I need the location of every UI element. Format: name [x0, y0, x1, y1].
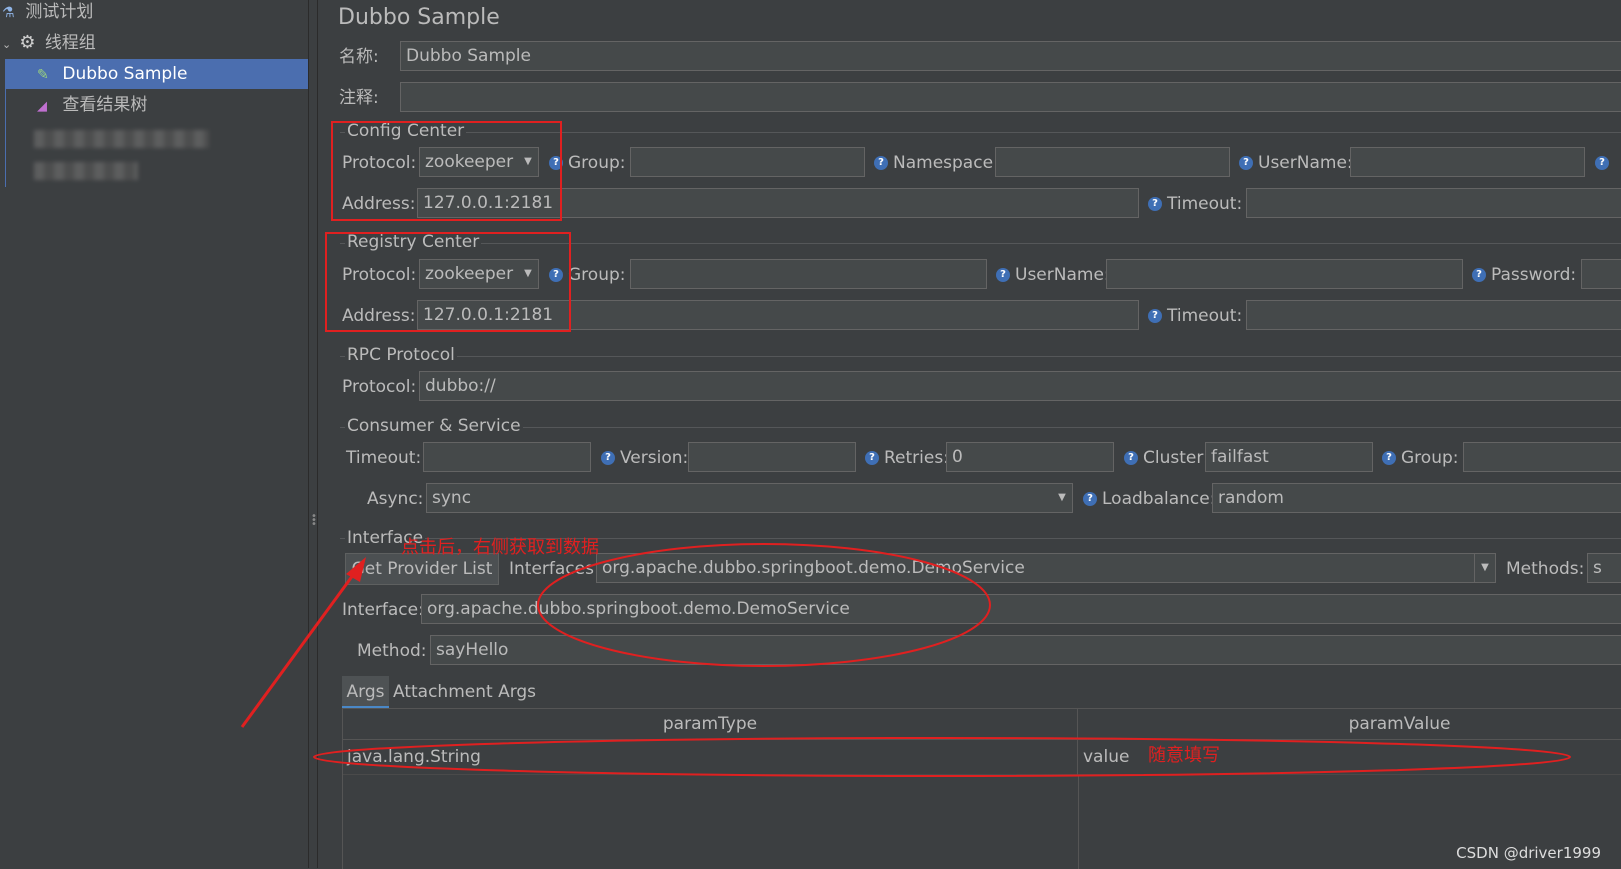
- registry-timeout-field[interactable]: [1246, 300, 1621, 330]
- cluster-field[interactable]: failfast: [1205, 442, 1373, 472]
- combo-value: sync: [432, 488, 472, 508]
- registry-group-field[interactable]: [630, 259, 987, 289]
- registry-username-label: UserName:: [1015, 265, 1110, 285]
- config-namespace-field[interactable]: [995, 147, 1230, 177]
- tab-args[interactable]: Args: [342, 676, 389, 708]
- async-select[interactable]: sync ▼: [426, 483, 1073, 513]
- blurred-tree-item: [34, 130, 209, 148]
- config-group-field[interactable]: [630, 147, 865, 177]
- chevron-down-icon[interactable]: ▼: [1052, 484, 1072, 512]
- help-icon[interactable]: ?: [1472, 268, 1486, 282]
- table-cell-param-type[interactable]: java.lang.String: [343, 740, 1078, 775]
- watermark: CSDN @driver1999: [1456, 844, 1601, 862]
- help-icon[interactable]: ?: [874, 156, 888, 170]
- retries-label: Retries:: [884, 448, 949, 468]
- group-border: [340, 427, 1621, 428]
- tree-guide-line: [5, 59, 6, 187]
- config-timeout-label: Timeout:: [1167, 194, 1243, 214]
- tree-item-label: 线程组: [44, 33, 96, 53]
- group-border: [340, 356, 1621, 357]
- splitter[interactable]: [309, 0, 318, 868]
- interface-label: Interface:: [342, 600, 424, 620]
- blurred-tree-item: [34, 162, 138, 180]
- registry-timeout-label: Timeout:: [1167, 306, 1243, 326]
- config-group-label: Group:: [568, 153, 626, 173]
- name-label: 名称:: [339, 47, 379, 67]
- chart-icon: ◢: [37, 99, 47, 114]
- tree-item-label: 查看结果树: [62, 95, 148, 115]
- help-icon[interactable]: ?: [601, 451, 615, 465]
- tree-item-dubbo-sample[interactable]: ✎ Dubbo Sample: [5, 59, 308, 89]
- registry-group-label: Group:: [568, 265, 626, 285]
- comment-field[interactable]: [400, 82, 1621, 112]
- interface-field[interactable]: org.apache.dubbo.springboot.demo.DemoSer…: [421, 594, 1621, 624]
- flask-icon: ⚗: [2, 5, 15, 21]
- annotation-fill-note: 随意填写: [1148, 745, 1220, 766]
- table-header-param-value[interactable]: paramValue: [1078, 709, 1621, 740]
- config-timeout-field[interactable]: [1246, 188, 1621, 218]
- cluster-label: Cluster:: [1143, 448, 1209, 468]
- help-icon[interactable]: ?: [996, 268, 1010, 282]
- registry-password-field[interactable]: [1581, 259, 1621, 289]
- pipette-icon: ✎: [37, 67, 49, 83]
- registry-username-field[interactable]: [1106, 259, 1463, 289]
- help-icon[interactable]: ?: [1148, 309, 1162, 323]
- annotation-click-note: 点击后，右侧获取到数据: [401, 537, 599, 558]
- help-icon[interactable]: ?: [865, 451, 879, 465]
- chevron-down-icon[interactable]: ▼: [1474, 554, 1495, 582]
- splitter-grip-icon[interactable]: • • •: [311, 512, 317, 530]
- retries-field[interactable]: 0: [946, 442, 1114, 472]
- consumer-timeout-field[interactable]: [423, 442, 591, 472]
- config-namespace-label: Namespace:: [893, 153, 999, 173]
- rpc-protocol-title: RPC Protocol: [345, 345, 457, 365]
- consumer-timeout-label: Timeout:: [346, 448, 422, 468]
- page-title: Dubbo Sample: [338, 5, 500, 30]
- consumer-group-label: Group:: [1401, 448, 1459, 468]
- tree-item-thread-group[interactable]: ⌄ ⚙ 线程组: [0, 28, 308, 58]
- consumer-group-field[interactable]: [1463, 442, 1621, 472]
- help-icon[interactable]: ?: [1083, 492, 1097, 506]
- combo-value: org.apache.dubbo.springboot.demo.DemoSer…: [602, 558, 1025, 578]
- consumer-service-title: Consumer & Service: [345, 416, 523, 436]
- config-username-label: UserName:: [1258, 153, 1353, 173]
- help-icon[interactable]: ?: [1124, 451, 1138, 465]
- tree-item-label: 测试计划: [25, 2, 94, 22]
- method-label: Method:: [357, 641, 427, 661]
- method-field[interactable]: sayHello: [430, 635, 1621, 665]
- chevron-down-icon[interactable]: ⌄: [2, 30, 14, 60]
- loadbalance-field[interactable]: random: [1212, 483, 1621, 513]
- test-plan-tree: ⚗ 测试计划 ⌄ ⚙ 线程组 ✎ Dubbo Sample ◢ 查看结果树: [0, 0, 309, 868]
- config-username-field[interactable]: [1350, 147, 1585, 177]
- registry-password-label: Password:: [1491, 265, 1577, 285]
- rpc-protocol-label: Protocol:: [342, 377, 417, 397]
- version-field[interactable]: [688, 442, 856, 472]
- interfaces-select[interactable]: org.apache.dubbo.springboot.demo.DemoSer…: [596, 553, 1496, 583]
- async-label: Async:: [367, 489, 424, 509]
- tree-item-test-plan[interactable]: ⚗ 测试计划: [0, 0, 308, 27]
- tree-item-result-tree[interactable]: ◢ 查看结果树: [5, 90, 308, 120]
- rpc-protocol-field[interactable]: dubbo://: [419, 371, 1621, 401]
- methods-select[interactable]: s: [1587, 553, 1621, 583]
- help-icon[interactable]: ?: [1148, 197, 1162, 211]
- tree-item-label: Dubbo Sample: [62, 64, 188, 84]
- loadbalance-label: Loadbalance:: [1102, 489, 1216, 509]
- tab-attachment-args[interactable]: Attachment Args: [393, 676, 536, 708]
- args-table: paramType paramValue java.lang.String va…: [342, 708, 1621, 869]
- methods-label: Methods:: [1506, 559, 1585, 579]
- help-icon[interactable]: ?: [1239, 156, 1253, 170]
- name-field[interactable]: Dubbo Sample: [400, 41, 1621, 71]
- annotation-box-registry: [325, 232, 571, 332]
- table-header-param-type[interactable]: paramType: [343, 709, 1078, 740]
- column-divider: [1078, 775, 1079, 869]
- help-icon[interactable]: ?: [1595, 156, 1609, 170]
- help-icon[interactable]: ?: [1382, 451, 1396, 465]
- version-label: Version:: [620, 448, 689, 468]
- comment-label: 注释:: [339, 88, 379, 108]
- annotation-box-config: [331, 121, 562, 221]
- gear-icon: ⚙: [19, 32, 36, 53]
